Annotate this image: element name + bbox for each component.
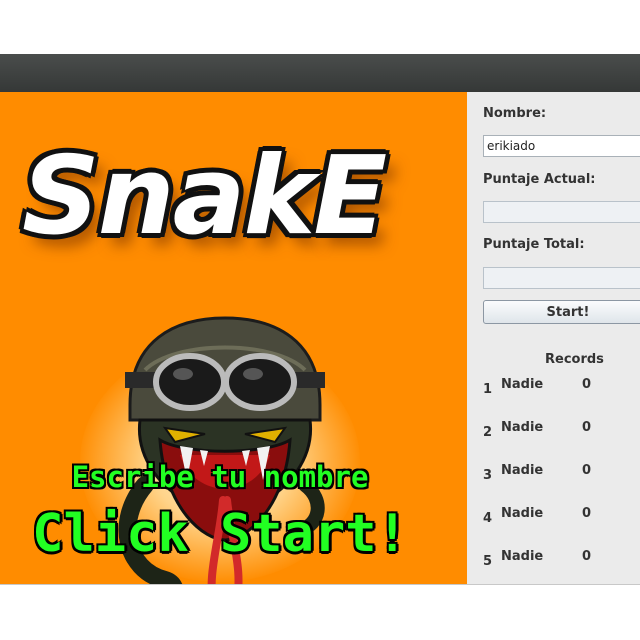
window-bottom-edge bbox=[0, 584, 640, 585]
record-name: Nadie bbox=[501, 463, 544, 478]
total-score-field bbox=[483, 267, 640, 289]
instruction-click-start: Click Start! bbox=[32, 504, 408, 564]
record-name: Nadie bbox=[501, 506, 544, 521]
current-score-field bbox=[483, 201, 640, 223]
record-rank: 3 bbox=[483, 468, 493, 483]
record-score: 0 bbox=[582, 420, 592, 435]
game-logo: SnakE bbox=[22, 134, 387, 259]
record-rank: 1 bbox=[483, 382, 493, 397]
name-input[interactable] bbox=[483, 135, 640, 157]
record-rank: 4 bbox=[483, 511, 493, 526]
window-titlebar[interactable] bbox=[0, 54, 640, 92]
record-row: 4 Nadie 0 bbox=[467, 506, 640, 526]
name-label: Nombre: bbox=[483, 106, 547, 121]
record-name: Nadie bbox=[501, 549, 544, 564]
game-canvas[interactable]: SnakE Escribe tu nombre Click Start! bbox=[0, 92, 467, 584]
instruction-write-name: Escribe tu nombre bbox=[71, 460, 369, 494]
current-score-label: Puntaje Actual: bbox=[483, 172, 596, 187]
record-name: Nadie bbox=[501, 420, 544, 435]
record-row: 1 Nadie 0 bbox=[467, 377, 640, 397]
record-row: 2 Nadie 0 bbox=[467, 420, 640, 440]
record-rank: 2 bbox=[483, 425, 493, 440]
side-panel: Nombre: Puntaje Actual: Puntaje Total: S… bbox=[467, 92, 640, 584]
record-score: 0 bbox=[582, 463, 592, 478]
record-rank: 5 bbox=[483, 554, 493, 569]
start-button[interactable]: Start! bbox=[483, 300, 640, 324]
record-score: 0 bbox=[582, 377, 592, 392]
record-score: 0 bbox=[582, 506, 592, 521]
total-score-label: Puntaje Total: bbox=[483, 237, 585, 252]
record-score: 0 bbox=[582, 549, 592, 564]
record-row: 5 Nadie 0 bbox=[467, 549, 640, 569]
record-name: Nadie bbox=[501, 377, 544, 392]
record-row: 3 Nadie 0 bbox=[467, 463, 640, 483]
records-title: Records bbox=[545, 352, 604, 367]
